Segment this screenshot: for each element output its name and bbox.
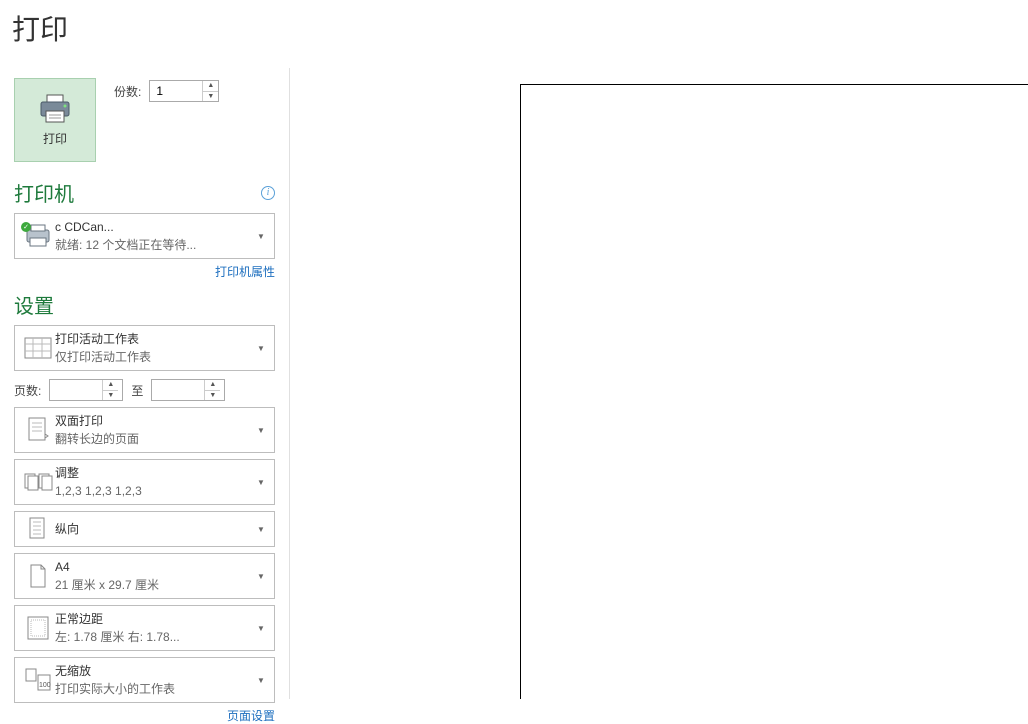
copies-up[interactable]: ▲ <box>203 81 218 92</box>
copies-control: 份数: ▲ ▼ <box>114 80 219 102</box>
chevron-down-icon: ▼ <box>254 478 268 487</box>
print-settings-panel: 打印 份数: ▲ ▼ 打印机 i ✓ <box>0 68 290 699</box>
print-button-label: 打印 <box>43 130 67 147</box>
copies-down[interactable]: ▼ <box>203 92 218 102</box>
chevron-down-icon: ▼ <box>254 232 268 241</box>
scaling-sub: 打印实际大小的工作表 <box>55 680 254 698</box>
page-range-row: 页数: ▲ ▼ 至 ▲ ▼ <box>14 379 275 401</box>
collate-title: 调整 <box>55 464 254 482</box>
chevron-down-icon: ▼ <box>254 572 268 581</box>
orientation-select[interactable]: 纵向 ▼ <box>14 511 275 547</box>
pages-label: 页数: <box>14 382 41 399</box>
printer-section-header: 打印机 <box>14 178 74 207</box>
collate-sub: 1,2,3 1,2,3 1,2,3 <box>55 482 254 500</box>
page-to-up[interactable]: ▲ <box>205 380 220 391</box>
chevron-down-icon: ▼ <box>254 624 268 633</box>
worksheet-icon <box>21 337 55 359</box>
scope-title: 打印活动工作表 <box>55 330 254 348</box>
duplex-icon <box>21 416 55 444</box>
collate-select[interactable]: 调整 1,2,3 1,2,3 1,2,3 ▼ <box>14 459 275 505</box>
page-setup-link[interactable]: 页面设置 <box>227 709 275 723</box>
printer-select[interactable]: ✓ c CDCan... 就绪: 12 个文档正在等待... ▼ <box>14 213 275 259</box>
printer-device-icon: ✓ <box>21 224 55 248</box>
scaling-title: 无缩放 <box>55 662 254 680</box>
print-button[interactable]: 打印 <box>14 78 96 162</box>
chevron-down-icon: ▼ <box>254 344 268 353</box>
chevron-down-icon: ▼ <box>254 676 268 685</box>
orientation-title: 纵向 <box>55 520 254 538</box>
margins-select[interactable]: 正常边距 左: 1.78 厘米 右: 1.78... ▼ <box>14 605 275 651</box>
collate-icon <box>21 470 55 494</box>
page-from-input[interactable] <box>50 380 102 400</box>
pages-to-label: 至 <box>131 382 143 399</box>
page-from-down[interactable]: ▼ <box>103 391 118 401</box>
printer-status: 就绪: 12 个文档正在等待... <box>55 236 254 254</box>
copies-spinner[interactable]: ▲ ▼ <box>149 80 219 102</box>
margins-sub: 左: 1.78 厘米 右: 1.78... <box>55 628 254 646</box>
print-scope-select[interactable]: 打印活动工作表 仅打印活动工作表 ▼ <box>14 325 275 371</box>
print-preview <box>520 84 1028 699</box>
printer-properties-link[interactable]: 打印机属性 <box>215 265 275 279</box>
info-icon[interactable]: i <box>261 186 275 200</box>
copies-input[interactable] <box>150 81 202 101</box>
paper-sub: 21 厘米 x 29.7 厘米 <box>55 576 254 594</box>
page-from-spinner[interactable]: ▲ ▼ <box>49 379 123 401</box>
svg-text:100: 100 <box>39 682 51 689</box>
printer-name: c CDCan... <box>55 218 254 236</box>
check-badge-icon: ✓ <box>21 222 31 232</box>
sides-sub: 翻转长边的页面 <box>55 430 254 448</box>
margins-title: 正常边距 <box>55 610 254 628</box>
settings-section-header: 设置 <box>14 290 54 319</box>
scaling-select[interactable]: 100 无缩放 打印实际大小的工作表 ▼ <box>14 657 275 703</box>
paper-icon <box>21 563 55 589</box>
page-to-down[interactable]: ▼ <box>205 391 220 401</box>
margins-icon <box>21 615 55 641</box>
chevron-down-icon: ▼ <box>254 426 268 435</box>
paper-size-select[interactable]: A4 21 厘米 x 29.7 厘米 ▼ <box>14 553 275 599</box>
copies-label: 份数: <box>114 83 141 100</box>
scope-sub: 仅打印活动工作表 <box>55 348 254 366</box>
chevron-down-icon: ▼ <box>254 525 268 534</box>
sides-title: 双面打印 <box>55 412 254 430</box>
page-title: 打印 <box>12 8 1028 48</box>
paper-title: A4 <box>55 558 254 576</box>
page-to-spinner[interactable]: ▲ ▼ <box>151 379 225 401</box>
sides-select[interactable]: 双面打印 翻转长边的页面 ▼ <box>14 407 275 453</box>
scaling-icon: 100 <box>21 667 55 693</box>
printer-icon <box>37 94 73 124</box>
portrait-icon <box>21 516 55 542</box>
page-to-input[interactable] <box>152 380 204 400</box>
page-from-up[interactable]: ▲ <box>103 380 118 391</box>
